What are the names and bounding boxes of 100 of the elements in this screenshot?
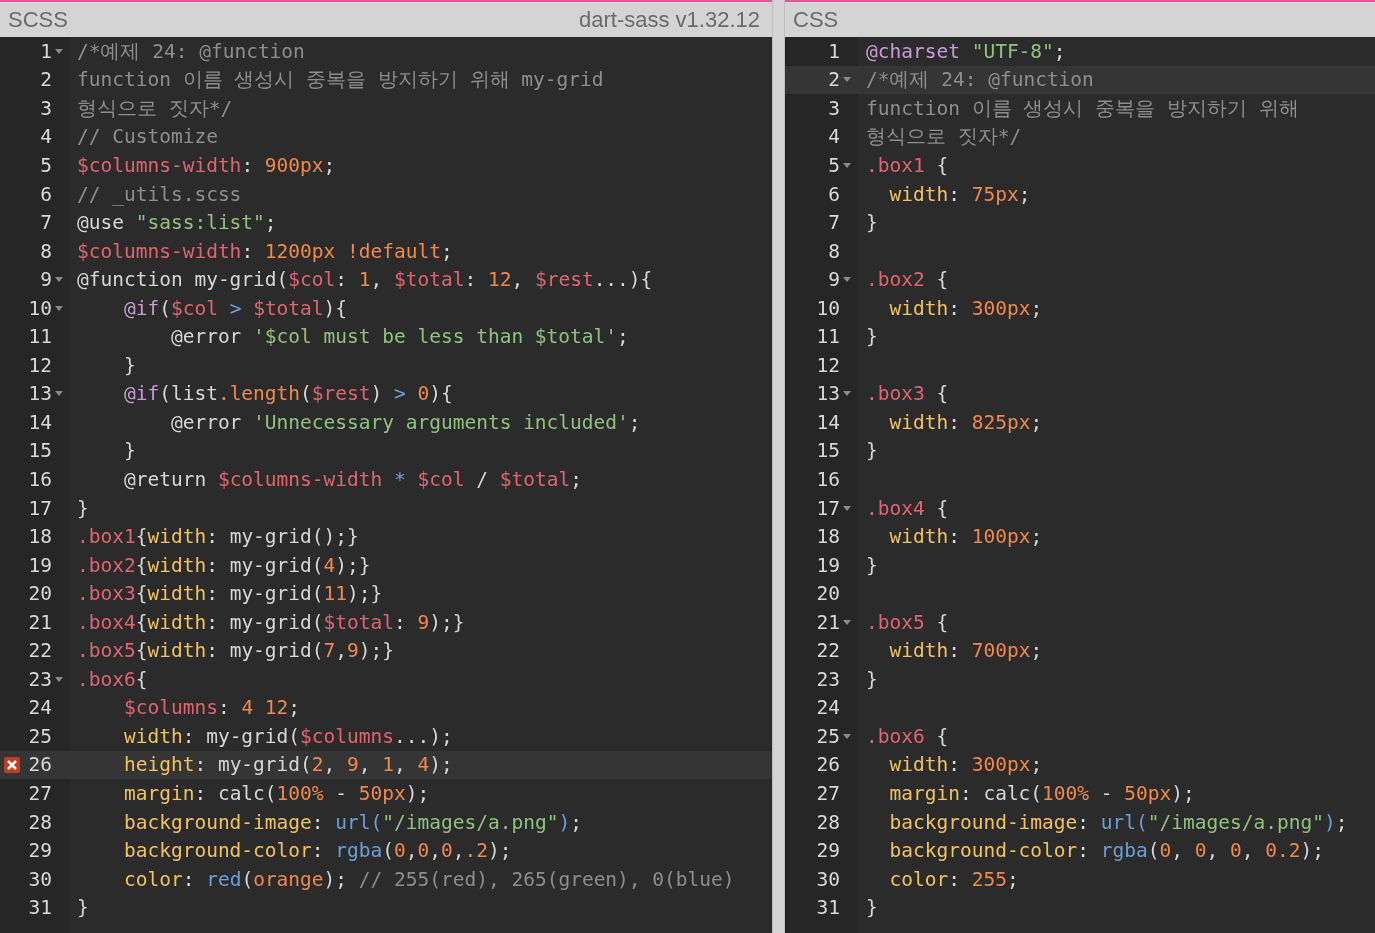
code-line: .box4{width: my-grid($total: 9);} <box>76 609 466 636</box>
fold-arrow-icon[interactable] <box>843 77 851 83</box>
line-number: 13 <box>816 382 840 406</box>
line-number: 9 <box>828 268 840 292</box>
line-number: 8 <box>40 239 52 263</box>
code-line: @return $columns-width * $col / $total; <box>122 466 583 493</box>
code-line: @error '$col must be less than $total'; <box>169 324 630 351</box>
line-number: 9 <box>40 268 52 292</box>
fold-arrow-icon[interactable] <box>55 48 63 54</box>
code-line: width: 100px; <box>888 524 1044 551</box>
line-number: 7 <box>828 211 840 235</box>
code-line: /*예제 24: @function <box>76 38 306 65</box>
line-number: 12 <box>28 353 52 377</box>
code-line: .box3{width: my-grid(11);} <box>76 581 384 608</box>
code-line: .box1{width: my-grid();} <box>76 524 360 551</box>
line-number: 30 <box>28 867 52 891</box>
line-number: 23 <box>28 667 52 691</box>
code-line: $columns-width: 1200px !default; <box>76 238 454 265</box>
code-line: } <box>865 666 879 693</box>
code-line: } <box>865 895 879 922</box>
fold-arrow-icon[interactable] <box>843 733 851 739</box>
fold-arrow-icon[interactable] <box>55 277 63 283</box>
line-number: 12 <box>816 353 840 377</box>
code-line: 형식으로 짓자*/ <box>865 124 1023 151</box>
line-number: 19 <box>816 553 840 577</box>
line-number: 16 <box>816 467 840 491</box>
line-number: 27 <box>28 782 52 805</box>
code-line: // Customize <box>76 124 219 151</box>
fold-arrow-icon[interactable] <box>843 277 851 283</box>
code-line: .box4 { <box>865 495 950 522</box>
code-line: .box5{width: my-grid(7,9);} <box>76 638 396 665</box>
line-number: 21 <box>816 610 840 634</box>
fold-arrow-icon[interactable] <box>843 505 851 511</box>
line-number: 1 <box>40 39 52 63</box>
code-line: width: 825px; <box>888 409 1044 436</box>
compiler-version: dart-sass v1.32.12 <box>579 6 760 33</box>
line-number: 20 <box>28 582 52 606</box>
code-line: width: 75px; <box>888 181 1032 208</box>
line-number: 15 <box>816 439 840 463</box>
line-number: 10 <box>28 296 52 320</box>
line-number: 28 <box>28 810 52 834</box>
code-line: $columns-width: 900px; <box>76 152 337 179</box>
line-number: 6 <box>40 182 52 206</box>
pane-title: SCSS <box>8 6 68 33</box>
code-line: @error 'Unnecessary arguments included'; <box>169 409 642 436</box>
code-line: // _utils.scss <box>76 181 243 208</box>
code-line: width: 300px; <box>888 295 1044 322</box>
code-line: 형식으로 짓자*/ <box>76 95 234 122</box>
line-number: 21 <box>28 610 52 634</box>
fold-arrow-icon[interactable] <box>55 305 63 311</box>
line-number: 27 <box>816 782 840 805</box>
code-line: .box2{width: my-grid(4);} <box>76 552 372 579</box>
fold-arrow-icon[interactable] <box>843 619 851 625</box>
line-number: 18 <box>28 525 52 549</box>
line-number: 22 <box>28 639 52 663</box>
line-number: 24 <box>816 696 840 720</box>
code-line: .box5 { <box>865 609 950 636</box>
line-number: 31 <box>816 896 840 920</box>
line-number: 14 <box>816 410 840 434</box>
code-line: background-image: url("/images/a.png"); <box>888 809 1349 836</box>
line-number: 19 <box>28 553 52 577</box>
code-line: background-color: rgba(0, 0, 0, 0.2); <box>888 838 1325 865</box>
code-line: } <box>865 324 879 351</box>
line-number: 14 <box>28 410 52 434</box>
code-line: width: 700px; <box>888 638 1044 665</box>
pane-title: CSS <box>793 6 839 33</box>
line-number: 7 <box>40 211 52 235</box>
code-line: } <box>122 438 137 465</box>
fold-arrow-icon[interactable] <box>55 391 63 397</box>
code-line: function 이름 생성시 중복을 방지하기 위해 my-grid <box>76 67 605 94</box>
code-line: @if(list.length($rest) > 0){ <box>122 381 454 408</box>
line-number: 5 <box>828 153 840 177</box>
code-line: .box6 { <box>865 723 950 750</box>
line-number: 1 <box>828 39 840 63</box>
code-line: } <box>865 438 879 465</box>
code-line: width: my-grid($columns...); <box>122 723 454 750</box>
code-line: function 이름 생성시 중복을 방지하기 위해 <box>865 95 1300 122</box>
line-number: 10 <box>816 296 840 320</box>
fold-arrow-icon[interactable] <box>843 391 851 397</box>
code-line: } <box>76 895 90 922</box>
fold-arrow-icon[interactable] <box>55 676 63 682</box>
line-number: 25 <box>816 724 840 748</box>
line-number: 3 <box>828 96 840 120</box>
code-line: @use "sass:list"; <box>76 210 278 237</box>
line-number: 3 <box>40 96 52 120</box>
code-line: .box2 { <box>865 267 950 294</box>
fold-arrow-icon[interactable] <box>843 162 851 168</box>
line-number: 18 <box>816 525 840 549</box>
code-line: background-image: url("/images/a.png"); <box>122 809 583 836</box>
line-number: 11 <box>816 325 840 349</box>
line-number: 2 <box>828 68 840 92</box>
code-line: .box3 { <box>865 381 950 408</box>
line-number: 25 <box>28 724 52 748</box>
line-number: 31 <box>28 896 52 920</box>
line-number: 26 <box>816 753 840 777</box>
code-line: } <box>865 210 879 237</box>
code-line: @if($col > $total){ <box>122 295 349 322</box>
line-number: 24 <box>28 696 52 720</box>
code-line: @function my-grid($col: 1, $total: 12, $rest...){ <box>76 267 654 294</box>
line-number: 8 <box>828 239 840 263</box>
